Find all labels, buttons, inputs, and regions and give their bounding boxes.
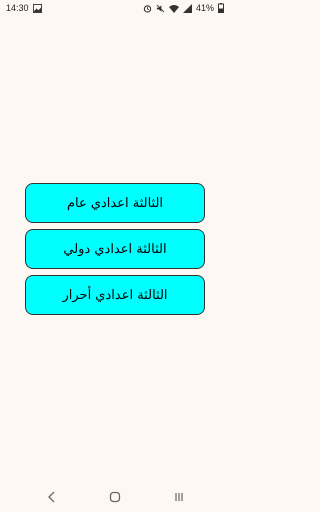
alarm-icon xyxy=(143,4,152,13)
third-prep-independent-button[interactable]: الثالثة اعدادي أحرار xyxy=(25,275,205,315)
third-prep-international-button[interactable]: الثالثة اعدادي دولي xyxy=(25,229,205,269)
back-icon[interactable] xyxy=(44,489,60,505)
button-label: الثالثة اعدادي أحرار xyxy=(62,287,168,303)
wifi-icon xyxy=(168,4,179,13)
battery-icon xyxy=(218,3,224,13)
gallery-icon xyxy=(32,3,42,13)
battery-percent: 41% xyxy=(195,3,214,13)
status-right: 41% xyxy=(143,3,224,13)
navigation-bar xyxy=(0,482,230,512)
status-bar: 14:30 41% xyxy=(0,0,230,18)
third-prep-general-button[interactable]: الثالثة اعدادي عام xyxy=(25,183,205,223)
mute-icon xyxy=(156,4,165,13)
button-label: الثالثة اعدادي دولي xyxy=(63,241,167,257)
button-label: الثالثة اعدادي عام xyxy=(66,195,164,211)
signal-icon xyxy=(182,3,192,13)
recents-icon[interactable] xyxy=(171,489,187,505)
status-left: 14:30 xyxy=(6,3,42,13)
status-time: 14:30 xyxy=(6,3,29,13)
home-icon[interactable] xyxy=(107,489,123,505)
